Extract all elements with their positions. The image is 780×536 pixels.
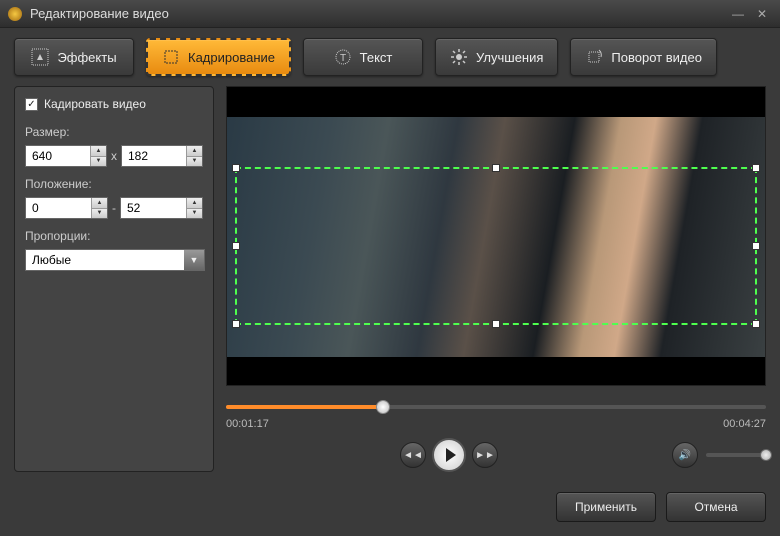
crop-rectangle[interactable] [235,167,757,325]
ratio-value: Любые [26,250,184,270]
crop-handle-br[interactable] [752,320,760,328]
preview-area: 00:01:17 00:04:27 ◄◄ ►► 🔊 [226,86,766,472]
timeline-progress [226,405,383,409]
tab-label: Поворот видео [611,50,702,65]
timeline-thumb[interactable] [376,400,390,414]
spin-up-icon[interactable]: ▲ [187,146,202,157]
spin-down-icon[interactable]: ▼ [187,209,202,219]
tab-effects[interactable]: Эффекты [14,38,134,76]
tab-crop[interactable]: Кадрирование [146,38,291,76]
titlebar: Редактирование видео ― ✕ [0,0,780,28]
volume-thumb[interactable] [760,449,772,461]
crop-handle-tl[interactable] [232,164,240,172]
volume-slider[interactable] [706,453,766,457]
volume-button[interactable]: 🔊 [672,442,698,468]
tab-label: Эффекты [57,50,116,65]
tab-rotate[interactable]: Поворот видео [570,38,717,76]
total-time: 00:04:27 [723,418,766,430]
crop-settings-panel: ✓ Кадировать видео Размер: 640 ▲▼ x 182 … [14,86,214,472]
enhance-icon [450,48,468,66]
height-input[interactable]: 182 ▲▼ [121,145,203,167]
spin-down-icon[interactable]: ▼ [91,157,106,167]
width-input[interactable]: 640 ▲▼ [25,145,107,167]
pos-y-value: 52 [121,198,186,218]
width-value: 640 [26,146,90,166]
chevron-down-icon[interactable]: ▼ [184,250,204,270]
ratio-select[interactable]: Любые ▼ [25,249,205,271]
next-button[interactable]: ►► [472,442,498,468]
prev-button[interactable]: ◄◄ [400,442,426,468]
tab-text[interactable]: T Текст [303,38,423,76]
ratio-label: Пропорции: [25,229,203,243]
spin-up-icon[interactable]: ▲ [187,198,202,209]
enable-crop-checkbox[interactable]: ✓ [25,98,38,111]
play-button[interactable] [432,438,466,472]
current-time: 00:01:17 [226,418,269,430]
effects-icon [31,48,49,66]
crop-handle-mr[interactable] [752,242,760,250]
pos-y-input[interactable]: 52 ▲▼ [120,197,203,219]
skip-forward-icon: ►► [475,450,495,461]
play-icon [446,448,456,462]
size-label: Размер: [25,125,203,139]
text-icon: T [334,48,352,66]
apply-button[interactable]: Применить [556,492,656,522]
spin-down-icon[interactable]: ▼ [92,209,107,219]
close-button[interactable]: ✕ [752,6,772,22]
crop-handle-bl[interactable] [232,320,240,328]
cancel-button[interactable]: Отмена [666,492,766,522]
crop-handle-tr[interactable] [752,164,760,172]
pos-x-input[interactable]: 0 ▲▼ [25,197,108,219]
pos-separator: - [112,201,116,215]
spin-down-icon[interactable]: ▼ [187,157,202,167]
crop-handle-bm[interactable] [492,320,500,328]
minimize-button[interactable]: ― [728,6,748,22]
height-value: 182 [122,146,186,166]
crop-icon [162,48,180,66]
enable-crop-label: Кадировать видео [44,97,146,111]
position-label: Положение: [25,177,203,191]
svg-text:T: T [340,53,346,64]
spin-up-icon[interactable]: ▲ [92,198,107,209]
size-separator: x [111,149,117,163]
crop-handle-tm[interactable] [492,164,500,172]
window-title: Редактирование видео [30,6,169,21]
video-preview[interactable] [226,86,766,386]
pos-x-value: 0 [26,198,91,218]
dialog-footer: Применить Отмена [0,482,780,536]
tab-toolbar: Эффекты Кадрирование T Текст Улучшения П… [0,28,780,86]
tab-label: Текст [360,50,393,65]
rotate-icon [585,48,603,66]
tab-label: Кадрирование [188,50,275,65]
timeline[interactable] [226,400,766,414]
app-icon [8,7,22,21]
tab-enhance[interactable]: Улучшения [435,38,558,76]
tab-label: Улучшения [476,50,543,65]
crop-handle-ml[interactable] [232,242,240,250]
speaker-icon: 🔊 [679,450,691,461]
spin-up-icon[interactable]: ▲ [91,146,106,157]
skip-back-icon: ◄◄ [403,450,423,461]
